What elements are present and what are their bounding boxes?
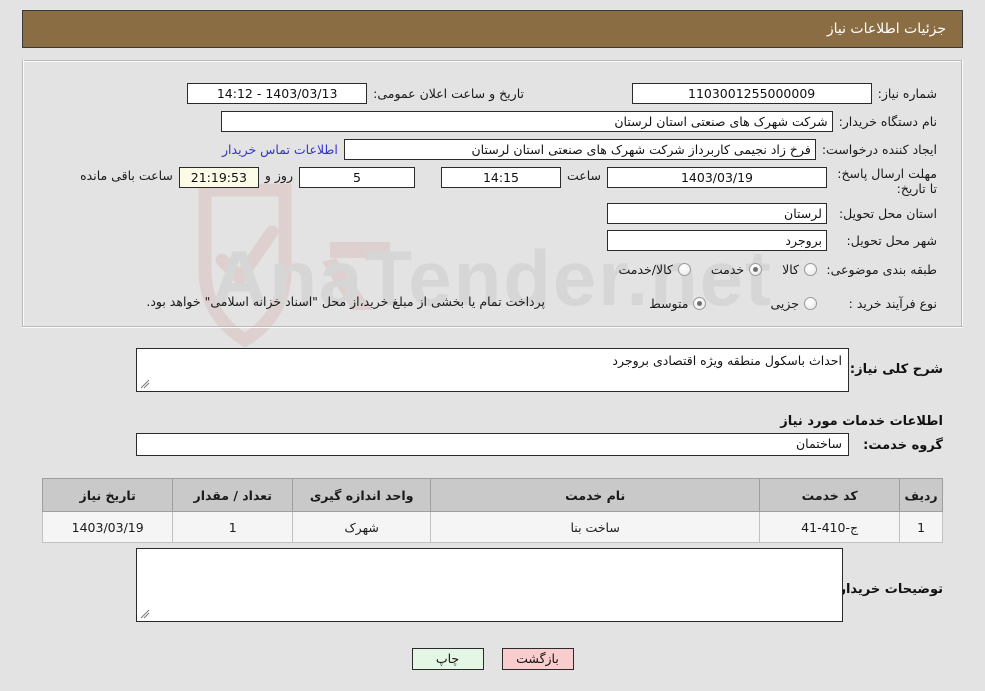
- row-process-type: نوع فرآیند خرید : جزیی متوسط: [639, 292, 943, 314]
- resize-grip-icon[interactable]: [140, 609, 150, 619]
- requester-label: ایجاد کننده درخواست:: [821, 141, 937, 157]
- general-desc-label: شرح کلی نیاز:: [849, 362, 943, 377]
- col-quantity: تعداد / مقدار: [172, 478, 294, 512]
- city-value: بروجرد: [607, 229, 827, 251]
- deadline-label: مهلت ارسال پاسخ: تا تاریخ:: [837, 166, 937, 196]
- row-classification: طبقه بندی موضوعی: کالا خدمت کالا/خدمت: [608, 258, 943, 280]
- radio-label: خدمت: [710, 261, 745, 277]
- general-desc-value: احداث باسکول منطقه ویژه اقتصادی بروجرد: [612, 353, 842, 368]
- row-deadline: مهلت ارسال پاسخ: تا تاریخ: 1403/03/19 سا…: [74, 166, 943, 206]
- row-buyer-org: نام دستگاه خریدار: شرکت شهرک های صنعتی ا…: [220, 110, 943, 132]
- announce-datetime-label: تاریخ و ساعت اعلان عمومی:: [373, 85, 524, 101]
- radio-circle-icon[interactable]: [804, 262, 817, 276]
- buyer-org-value: شرکت شهرک های صنعتی استان لرستان: [220, 110, 833, 132]
- panel-left-edge: [961, 60, 963, 326]
- need-number-label: شماره نیاز:: [877, 85, 937, 101]
- page-root: AnaTender.net جزئیات اطلاعات نیاز شماره …: [0, 0, 985, 691]
- panel-mid-divider: [22, 326, 963, 328]
- city-label: شهر محل تحویل:: [846, 232, 937, 248]
- radio-circle-icon[interactable]: [677, 262, 691, 276]
- resize-grip-icon[interactable]: [140, 379, 150, 389]
- table-header-row: ردیف کد خدمت نام خدمت واحد اندازه گیری ت…: [41, 478, 943, 512]
- radio-classification-kala[interactable]: کالا: [782, 262, 817, 277]
- announce-datetime-value: 1403/03/13 - 14:12: [187, 82, 368, 104]
- cell-quantity: 1: [172, 511, 294, 543]
- buyer-contact-link[interactable]: اطلاعات تماس خریدار: [216, 142, 344, 157]
- print-button[interactable]: چاپ: [411, 648, 484, 670]
- radio-classification-kala-khedmat[interactable]: کالا/خدمت: [618, 261, 691, 277]
- radio-circle-selected-icon[interactable]: [693, 296, 707, 310]
- radio-label: متوسط: [649, 295, 689, 311]
- cell-unit: شهرک: [292, 511, 432, 543]
- radio-process-motavaset[interactable]: متوسط: [649, 295, 707, 311]
- services-section-title: اطلاعات خدمات مورد نیاز: [780, 414, 943, 429]
- panel-top-divider: [22, 60, 963, 62]
- classification-label: طبقه بندی موضوعی:: [826, 261, 937, 277]
- services-table-wrapper: ردیف کد خدمت نام خدمت واحد اندازه گیری ت…: [41, 478, 943, 543]
- row-province: استان محل تحویل: لرستان: [607, 202, 943, 224]
- radio-process-jozii[interactable]: جزیی: [770, 296, 817, 311]
- deadline-time-value: 14:15: [440, 167, 561, 188]
- remaining-days-label: روز و: [264, 168, 293, 183]
- service-group-value: ساختمان: [796, 436, 842, 451]
- radio-label: کالا/خدمت: [618, 261, 673, 277]
- process-type-label: نوع فرآیند خرید :: [848, 295, 937, 311]
- buyer-org-label: نام دستگاه خریدار:: [838, 113, 937, 129]
- panel-right-edge: [22, 60, 24, 326]
- app-header: جزئیات اطلاعات نیاز: [22, 10, 963, 48]
- province-label: استان محل تحویل:: [838, 205, 937, 221]
- service-group-label: گروه خدمت:: [863, 438, 943, 453]
- radio-circle-icon[interactable]: [804, 296, 817, 310]
- remaining-days-value: 5: [298, 167, 415, 188]
- requester-value: فرخ زاد نجیمی کاربرداز شرکت شهرک های صنع…: [343, 138, 816, 160]
- row-city: شهر محل تحویل: بروجرد: [607, 229, 943, 251]
- col-unit: واحد اندازه گیری: [292, 478, 432, 512]
- deadline-time-label: ساعت: [566, 168, 601, 183]
- province-value: لرستان: [607, 202, 827, 224]
- cell-row-no: 1: [899, 511, 943, 543]
- deadline-date-value: 1403/03/19: [607, 167, 827, 188]
- need-number-value: 1103001255000009: [631, 82, 872, 104]
- row-need-number: شماره نیاز: 1103001255000009: [631, 82, 943, 104]
- remaining-clock-label: ساعت باقی مانده: [80, 168, 173, 183]
- service-group-field[interactable]: ساختمان: [136, 433, 849, 456]
- col-service-name: نام خدمت: [430, 478, 761, 512]
- table-row[interactable]: 1 ج-410-41 ساخت بنا شهرک 1 1403/03/19: [41, 511, 943, 543]
- payment-note: پرداخت تمام یا بخشی از مبلغ خرید،از محل …: [146, 294, 545, 309]
- col-need-date: تاریخ نیاز: [41, 478, 174, 512]
- row-requester: ایجاد کننده درخواست: فرخ زاد نجیمی کاربر…: [216, 138, 943, 160]
- back-button[interactable]: بازگشت: [501, 648, 574, 670]
- row-announce-datetime: تاریخ و ساعت اعلان عمومی: 1403/03/13 - 1…: [187, 82, 530, 104]
- cell-service-code: ج-410-41: [759, 511, 901, 543]
- remaining-clock-value: 21:19:53: [178, 167, 259, 188]
- cell-need-date: 1403/03/19: [41, 511, 174, 543]
- cell-service-name: ساخت بنا: [430, 511, 761, 543]
- radio-classification-khedmat[interactable]: خدمت: [710, 261, 763, 277]
- general-desc-textarea[interactable]: احداث باسکول منطقه ویژه اقتصادی بروجرد: [136, 348, 849, 392]
- radio-label: کالا: [782, 261, 799, 277]
- page-title: جزئیات اطلاعات نیاز: [826, 21, 946, 37]
- radio-label: جزیی: [770, 295, 799, 311]
- footer-button-bar: بازگشت چاپ: [0, 648, 985, 670]
- col-row-no: ردیف: [899, 478, 943, 512]
- services-table: ردیف کد خدمت نام خدمت واحد اندازه گیری ت…: [41, 478, 943, 543]
- buyer-notes-label: توضیحات خریدار:: [833, 582, 943, 597]
- col-service-code: کد خدمت: [759, 478, 901, 512]
- radio-circle-selected-icon[interactable]: [749, 262, 763, 276]
- buyer-notes-textarea[interactable]: [136, 548, 843, 622]
